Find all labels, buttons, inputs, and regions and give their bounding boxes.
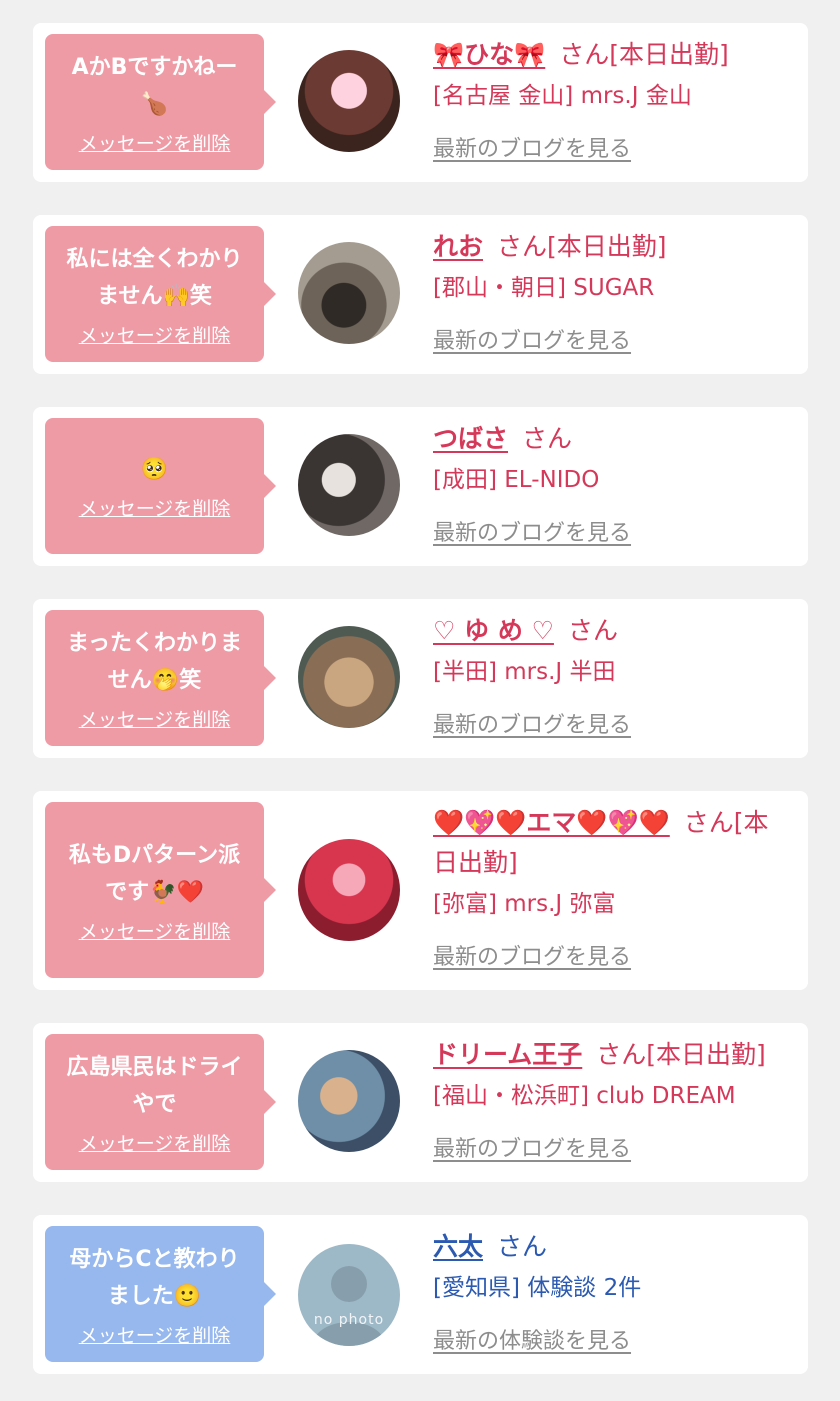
name-suffix: さん (567, 616, 618, 645)
profile-info: ♡ ゆ め ♡ さん [半田] mrs.J 半田 最新のブログを見る (433, 611, 792, 739)
profile-info: つばさ さん [成田] EL-NIDO 最新のブログを見る (433, 419, 792, 547)
message-bubble: 広島県民はドライ やで メッセージを削除 (45, 1034, 276, 1170)
person-silhouette-icon (312, 1266, 386, 1346)
delete-message-link[interactable]: メッセージを削除 (79, 129, 231, 156)
profile-info: 六太 さん [愛知県] 体験談 2件 最新の体験談を見る (433, 1227, 792, 1355)
profile-name-link[interactable]: ❤️💖❤️エマ❤️💖❤️ (433, 808, 670, 837)
no-photo-label: no photo (313, 1312, 385, 1328)
message-bubble: 母からCと教わり ました🙂 メッセージを削除 (45, 1226, 276, 1362)
shop-label: [名古屋 金山] mrs.J 金山 (433, 83, 692, 109)
name-suffix: さん (522, 424, 573, 453)
profile-info: 🎀ひな🎀 さん[本日出勤] [名古屋 金山] mrs.J 金山 最新のブログを見る (433, 35, 792, 163)
name-suffix: さん[本日出勤] (497, 232, 667, 261)
delete-message-link[interactable]: メッセージを削除 (79, 705, 231, 732)
message-bubble: AかBですかねー 🍗 メッセージを削除 (45, 34, 276, 170)
latest-blog-link[interactable]: 最新のブログを見る (433, 515, 631, 547)
list-item: 広島県民はドライ やで メッセージを削除 ドリーム王子 さん[本日出勤] [福山・… (33, 1023, 808, 1182)
delete-message-link[interactable]: メッセージを削除 (79, 494, 231, 521)
latest-blog-link[interactable]: 最新のブログを見る (433, 131, 631, 163)
latest-blog-link[interactable]: 最新のブログを見る (433, 323, 631, 355)
latest-blog-link[interactable]: 最新のブログを見る (433, 1131, 631, 1163)
shop-label: [成田] EL-NIDO (433, 467, 600, 493)
message-text: 母からCと教わり ました🙂 (69, 1246, 240, 1309)
delete-message-link[interactable]: メッセージを削除 (79, 321, 231, 348)
profile-name-link[interactable]: れお (433, 232, 483, 261)
latest-review-link[interactable]: 最新の体験談を見る (433, 1323, 631, 1355)
list-item: 母からCと教わり ました🙂 メッセージを削除 no photo 六太 さん [愛知… (33, 1215, 808, 1374)
list-item: まったくわかりま せん🤭笑 メッセージを削除 ♡ ゆ め ♡ さん [半田] mr… (33, 599, 808, 758)
list-item: 私には全くわかり ません🙌笑 メッセージを削除 れお さん[本日出勤] [郡山・朝… (33, 215, 808, 374)
avatar[interactable] (298, 434, 400, 536)
message-bubble: 私には全くわかり ません🙌笑 メッセージを削除 (45, 226, 276, 362)
profile-name-link[interactable]: つばさ (433, 424, 508, 453)
list-item: AかBですかねー 🍗 メッセージを削除 🎀ひな🎀 さん[本日出勤] [名古屋 金山… (33, 23, 808, 182)
list-item: 私もDパターン派 です🐓❤️ メッセージを削除 ❤️💖❤️エマ❤️💖❤️ さん[本… (33, 791, 808, 990)
profile-name-link[interactable]: ドリーム王子 (433, 1040, 582, 1069)
avatar[interactable] (298, 1050, 400, 1152)
profile-info: ❤️💖❤️エマ❤️💖❤️ さん[本日出勤] [弥富] mrs.J 弥富 最新のブロ… (433, 803, 792, 971)
profile-name-link[interactable]: 六太 (433, 1232, 483, 1261)
message-text: AかBですかねー 🍗 (71, 54, 238, 117)
message-bubble: 私もDパターン派 です🐓❤️ メッセージを削除 (45, 802, 276, 978)
name-suffix: さん[本日出勤] (559, 40, 729, 69)
avatar[interactable] (298, 626, 400, 728)
name-suffix: さん[本日出勤] (596, 1040, 766, 1069)
name-suffix: さん (497, 1232, 548, 1261)
profile-info: れお さん[本日出勤] [郡山・朝日] SUGAR 最新のブログを見る (433, 227, 792, 355)
profile-info: ドリーム王子 さん[本日出勤] [福山・松浜町] club DREAM 最新のブロ… (433, 1035, 792, 1163)
delete-message-link[interactable]: メッセージを削除 (79, 1129, 231, 1156)
avatar[interactable] (298, 242, 400, 344)
message-text: 広島県民はドライ やで (66, 1054, 243, 1117)
message-text: 私もDパターン派 です🐓❤️ (68, 842, 241, 905)
avatar[interactable] (298, 50, 400, 152)
delete-message-link[interactable]: メッセージを削除 (79, 917, 231, 944)
delete-message-link[interactable]: メッセージを削除 (79, 1321, 231, 1348)
message-bubble: まったくわかりま せん🤭笑 メッセージを削除 (45, 610, 276, 746)
message-list: AかBですかねー 🍗 メッセージを削除 🎀ひな🎀 さん[本日出勤] [名古屋 金山… (0, 0, 840, 1401)
shop-label: [愛知県] 体験談 2件 (433, 1275, 642, 1301)
avatar[interactable] (298, 839, 400, 941)
shop-label: [福山・松浜町] club DREAM (433, 1083, 736, 1109)
message-text: まったくわかりま せん🤭笑 (66, 630, 243, 693)
latest-blog-link[interactable]: 最新のブログを見る (433, 939, 631, 971)
list-item: 🥺 メッセージを削除 つばさ さん [成田] EL-NIDO 最新のブログを見る (33, 407, 808, 566)
message-text: 私には全くわかり ません🙌笑 (66, 246, 243, 309)
shop-label: [郡山・朝日] SUGAR (433, 275, 655, 301)
latest-blog-link[interactable]: 最新のブログを見る (433, 707, 631, 739)
message-bubble: 🥺 メッセージを削除 (45, 418, 276, 554)
avatar[interactable]: no photo (298, 1244, 400, 1346)
profile-name-link[interactable]: ♡ ゆ め ♡ (433, 616, 554, 645)
shop-label: [半田] mrs.J 半田 (433, 659, 616, 685)
message-text: 🥺 (140, 457, 169, 482)
shop-label: [弥富] mrs.J 弥富 (433, 891, 616, 917)
profile-name-link[interactable]: 🎀ひな🎀 (433, 40, 545, 69)
